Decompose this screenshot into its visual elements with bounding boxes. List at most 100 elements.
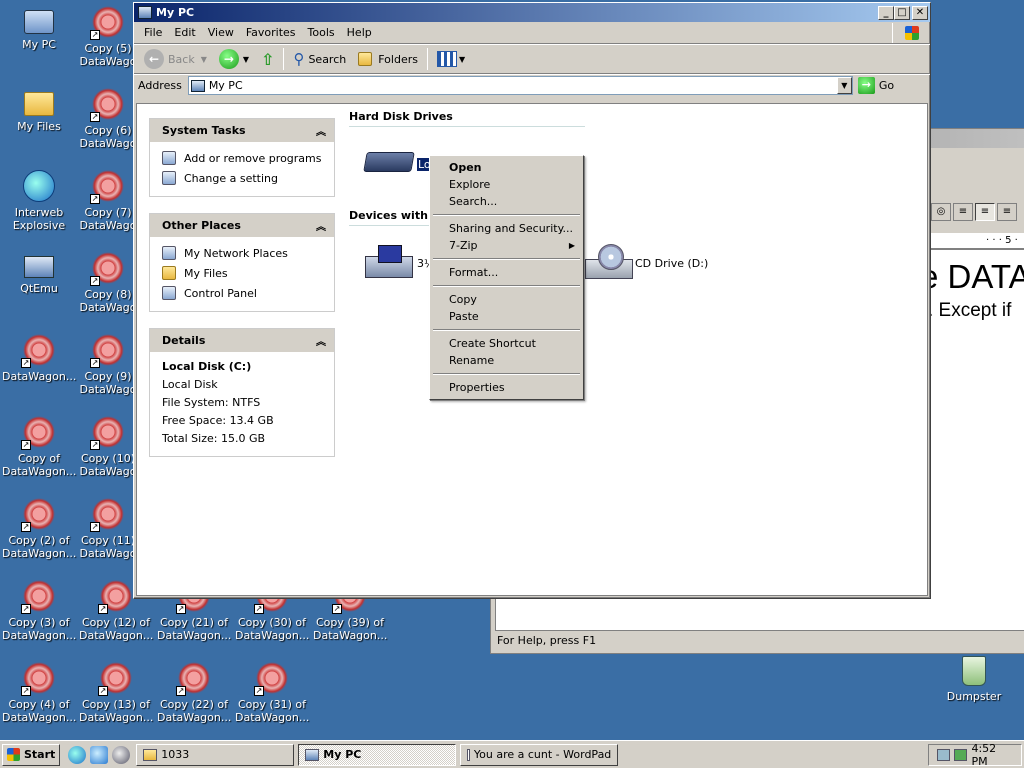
- floppy-drive-icon[interactable]: [365, 245, 413, 278]
- context-menu-item-format[interactable]: Format...: [432, 264, 581, 281]
- menu-separator: [433, 285, 580, 287]
- up-button[interactable]: ⇧: [255, 46, 280, 72]
- address-value: My PC: [208, 79, 243, 92]
- cd-drive-label[interactable]: CD Drive (D:): [635, 257, 708, 270]
- start-button[interactable]: Start: [2, 743, 61, 766]
- other-places-title: Other Places: [162, 219, 241, 232]
- minimize-button[interactable]: _: [878, 5, 894, 20]
- context-menu-item-search[interactable]: Search...: [432, 193, 581, 210]
- clock[interactable]: 4:52 PM: [971, 742, 1013, 768]
- views-button[interactable]: ▼: [431, 46, 471, 72]
- context-menu: Open Explore Search... Sharing and Security…: [429, 155, 584, 400]
- folder-icon: [143, 748, 158, 761]
- search-button[interactable]: ⚲ Search: [287, 46, 352, 72]
- go-button[interactable]: → Go: [857, 77, 894, 94]
- desktop-icon[interactable]: ↗ Copy (4) of DataWagon...: [1, 658, 77, 738]
- shortcut-arrow-icon: ↗: [254, 686, 264, 696]
- other-places-pane: Other Places ︽ My Network Places My File…: [149, 213, 335, 312]
- collapse-chevron-icon[interactable]: ︽: [316, 123, 326, 138]
- my-network-places-link[interactable]: My Network Places: [162, 243, 322, 263]
- add-remove-programs-link[interactable]: Add or remove programs: [162, 148, 322, 168]
- address-dropdown-button[interactable]: ▼: [836, 77, 852, 94]
- search-label: Search: [308, 52, 347, 66]
- media-player-icon[interactable]: [112, 745, 131, 764]
- context-menu-item-rename[interactable]: Rename: [432, 352, 581, 369]
- my-files-link[interactable]: My Files: [162, 263, 322, 283]
- shortcut-arrow-icon: ↗: [90, 112, 100, 122]
- context-menu-item-sharing-and-security[interactable]: Sharing and Security...: [432, 220, 581, 237]
- shortcut-arrow-icon: ↗: [98, 604, 108, 614]
- internet-explorer-icon[interactable]: [68, 745, 87, 764]
- shortcut-arrow-icon: ↗: [21, 358, 31, 368]
- menu-view[interactable]: View: [202, 24, 240, 41]
- window-titlebar[interactable]: My PC _ □ ✕: [134, 3, 930, 22]
- system-tasks-header[interactable]: System Tasks ︽: [150, 119, 334, 142]
- maximize-button[interactable]: □: [894, 5, 910, 20]
- other-places-header[interactable]: Other Places ︽: [150, 214, 334, 237]
- menu-separator: [433, 329, 580, 331]
- align-right-icon[interactable]: ≡: [997, 203, 1017, 221]
- details-header[interactable]: Details ︽: [150, 329, 334, 352]
- datawagon-icon: ↗: [90, 334, 124, 368]
- desktop-icon[interactable]: My Files: [1, 84, 77, 164]
- address-input[interactable]: My PC ▼: [187, 76, 853, 95]
- context-menu-item-copy[interactable]: Copy: [432, 291, 581, 308]
- menu-tools[interactable]: Tools: [302, 24, 341, 41]
- desktop-icon[interactable]: ↗ Copy (13) of DataWagon...: [78, 658, 154, 738]
- context-menu-item-open[interactable]: Open: [432, 159, 581, 176]
- shortcut-arrow-icon: ↗: [21, 686, 31, 696]
- desktop-icon[interactable]: Interweb Explosive: [1, 166, 77, 246]
- close-button[interactable]: ✕: [912, 5, 928, 20]
- network-icon[interactable]: [954, 748, 968, 761]
- desktop-icon[interactable]: ↗ Copy (2) of DataWagon...: [1, 494, 77, 574]
- back-label: Back: [168, 52, 195, 66]
- align-left-icon[interactable]: ≡: [953, 203, 973, 221]
- menu-help[interactable]: Help: [341, 24, 378, 41]
- datawagon-icon: ↗: [90, 6, 124, 40]
- my-pc-icon: [138, 6, 152, 19]
- task-label: You are a cunt - WordPad: [473, 748, 612, 761]
- menu-edit[interactable]: Edit: [168, 24, 201, 41]
- datawagon-icon: ↗: [176, 662, 210, 696]
- menu-file[interactable]: File: [138, 24, 168, 41]
- task-1033[interactable]: 1033: [136, 743, 295, 766]
- keyboard-icon[interactable]: [937, 748, 951, 761]
- desktop-icon[interactable]: ↗ DataWagon...: [1, 330, 77, 410]
- collapse-chevron-icon[interactable]: ︽: [316, 333, 326, 348]
- align-center-icon[interactable]: ≡: [975, 203, 995, 221]
- task-label: My PC: [323, 748, 362, 761]
- details-title: Details: [162, 334, 206, 347]
- context-menu-item-create-shortcut[interactable]: Create Shortcut: [432, 335, 581, 352]
- context-menu-item-paste[interactable]: Paste: [432, 308, 581, 325]
- desktop-icon[interactable]: ↗ Copy of DataWagon...: [1, 412, 77, 492]
- details-total-size: Total Size: 15.0 GB: [162, 432, 266, 445]
- context-menu-item-7-zip[interactable]: 7-Zip ▶: [432, 237, 581, 254]
- forward-button[interactable]: → ▼: [213, 46, 255, 72]
- folders-icon: [358, 52, 373, 66]
- change-setting-link[interactable]: Change a setting: [162, 168, 322, 188]
- task-wordpad[interactable]: You are a cunt - WordPad: [460, 743, 619, 766]
- desktop-icon[interactable]: Dumpster: [936, 652, 1012, 732]
- menu-favorites[interactable]: Favorites: [240, 24, 302, 41]
- format-icon[interactable]: ◎: [931, 203, 951, 221]
- desktop-icon[interactable]: ↗ Copy (31) of DataWagon...: [234, 658, 310, 738]
- collapse-chevron-icon[interactable]: ︽: [316, 218, 326, 233]
- datawagon-icon: ↗: [98, 662, 132, 696]
- desktop-icon[interactable]: My PC: [1, 2, 77, 82]
- desktop-icon[interactable]: QtEmu: [1, 248, 77, 328]
- task-my-pc[interactable]: My PC: [298, 743, 457, 766]
- context-menu-item-properties[interactable]: Properties: [432, 379, 581, 396]
- desktop-icon[interactable]: ↗ Copy (22) of DataWagon...: [156, 658, 232, 738]
- cd-drive-icon[interactable]: [585, 244, 633, 279]
- local-disk-icon[interactable]: [363, 152, 415, 172]
- desktop-icon[interactable]: ↗ Copy (3) of DataWagon...: [1, 576, 77, 656]
- menu-bar: File Edit View Favorites Tools Help: [134, 22, 930, 44]
- desktop-icon-label: Copy (31) of DataWagon...: [235, 698, 310, 724]
- back-button[interactable]: ← Back ▼: [138, 46, 213, 72]
- context-menu-item-explore[interactable]: Explore: [432, 176, 581, 193]
- my-pc-icon: [24, 10, 54, 34]
- folders-button[interactable]: Folders: [352, 46, 424, 72]
- outlook-express-icon[interactable]: [90, 745, 109, 764]
- forward-arrow-icon: →: [218, 49, 239, 69]
- control-panel-link[interactable]: Control Panel: [162, 283, 322, 303]
